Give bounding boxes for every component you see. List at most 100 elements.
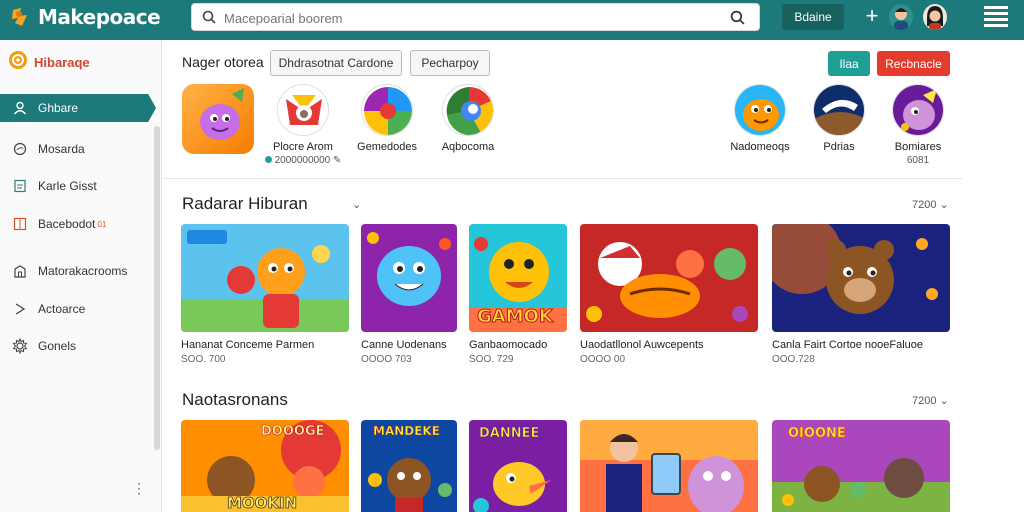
logo-icon	[10, 6, 32, 28]
arrow-icon	[12, 301, 28, 317]
avatar[interactable]	[923, 4, 947, 30]
card-image	[181, 224, 349, 332]
sidebar-scrollbar[interactable]	[154, 126, 160, 450]
section-more-link[interactable]: 7200 ⌄	[912, 198, 949, 211]
card-image: DOOOGE MOOKIN	[181, 420, 349, 512]
grid-icon	[12, 216, 28, 232]
sidebar-item-label: Ghbare	[38, 101, 79, 115]
sidebar-item-label: Mosarda	[38, 142, 85, 156]
featured-app[interactable]: Pdrias	[794, 84, 884, 153]
card-image	[580, 224, 758, 332]
card-banner-text: GAMOK	[477, 306, 554, 328]
card-title: Canne Uodenans	[361, 339, 447, 351]
game-card[interactable]: Uaodatllonol Auwcepents OOOO 00	[580, 224, 758, 365]
main-content: Nager otorea Dhdrasotnat Cardone Pecharp…	[162, 40, 1024, 512]
card-banner-text: OIOONE	[788, 426, 846, 442]
app-label: Gemedodes	[357, 141, 417, 153]
app-icon	[892, 84, 944, 136]
header-button[interactable]: Bdaine	[782, 4, 844, 30]
sidebar-item-label: Matorakacrooms	[38, 264, 128, 278]
game-card[interactable]: OIOONE	[772, 420, 950, 512]
card-title: Hananat Conceme Parmen	[181, 339, 315, 351]
primary-button[interactable]: Ilaa	[828, 51, 870, 76]
sidebar-item-badge: 01	[97, 219, 107, 229]
document-icon	[12, 178, 28, 194]
top-bar: Makepoace Bdaine +	[0, 0, 1024, 40]
featured-app[interactable]: Nadomeoqs	[715, 84, 805, 153]
add-icon[interactable]: +	[862, 5, 882, 29]
game-card[interactable]: Canla Fairt Cortoe nooeFaluoe OOO.728	[772, 224, 950, 365]
sidebar-header-label: Hibaraqe	[34, 54, 90, 70]
avatar[interactable]	[889, 4, 913, 30]
featured-app[interactable]: Bomiares 6081	[873, 84, 963, 166]
card-image	[772, 224, 950, 332]
app-icon	[361, 84, 413, 136]
menu-icon[interactable]	[984, 6, 1008, 28]
filter-chip[interactable]: Dhdrasotnat Cardone	[270, 50, 402, 76]
app-label: Plocre Arom	[273, 141, 333, 153]
game-card[interactable]	[580, 420, 758, 512]
sidebar-item-label: Karle Gisst	[38, 179, 97, 193]
chevron-down-icon[interactable]: ⌄	[352, 198, 361, 211]
search-submit-icon[interactable]	[730, 10, 745, 30]
card-image: MANDEKE	[361, 420, 457, 512]
section-more-link[interactable]: 7200 ⌄	[912, 394, 949, 407]
app-sub: 2000000000 ✎	[258, 155, 348, 166]
game-card[interactable]: GAMOK Ganbaomocado SOO. 729	[469, 224, 567, 365]
app-label: Bomiares	[894, 141, 942, 153]
danger-button[interactable]: Recbnacle	[877, 51, 950, 76]
more-icon[interactable]: ⋮	[132, 480, 146, 497]
sidebar-item-label: Gonels	[38, 339, 77, 353]
sidebar-item-label: Bacebodot	[38, 217, 96, 231]
building-icon	[12, 263, 28, 279]
app-sub: 6081	[906, 155, 930, 166]
card-sub: SOO. 700	[181, 354, 226, 365]
game-card[interactable]: Canne Uodenans OOOO 703	[361, 224, 457, 365]
sidebar-item-actoarce[interactable]: Actoarce	[0, 295, 150, 323]
filter-chip[interactable]: Pecharpoy	[410, 50, 490, 76]
section-title: Radarar Hiburan	[182, 194, 308, 213]
search-bar[interactable]	[191, 3, 760, 31]
app-label: Pdrias	[823, 141, 855, 153]
game-card[interactable]: Hananat Conceme Parmen SOO. 700	[181, 224, 349, 365]
card-image: OIOONE	[772, 420, 950, 512]
swirl-icon	[8, 50, 28, 75]
card-title: Canla Fairt Cortoe nooeFaluoe	[772, 339, 924, 351]
app-label: Aqbocoma	[441, 141, 495, 153]
sidebar-item-ghbare[interactable]: Ghbare	[0, 94, 156, 122]
sidebar-header[interactable]: Hibaraqe	[0, 48, 162, 76]
card-title: Uaodatllonol Auwcepents	[580, 339, 704, 351]
app-logo[interactable]: Makepoace	[10, 5, 161, 29]
card-image: GAMOK	[469, 224, 567, 332]
sidebar: Hibaraqe Ghbare Mosarda Karle Gisst Bace…	[0, 40, 162, 512]
app-icon	[813, 84, 865, 136]
featured-app[interactable]: Plocre Arom 2000000000 ✎	[258, 84, 348, 166]
circle-icon	[12, 141, 28, 157]
app-name: Makepoace	[38, 5, 161, 29]
card-sub: OOOO 00	[580, 354, 626, 365]
section-title: Naotasronans	[182, 390, 288, 409]
card-banner-text: MANDEKE	[373, 424, 440, 439]
featured-app[interactable]: Aqbocoma	[423, 84, 513, 153]
sidebar-item-gonels[interactable]: Gonels	[0, 332, 150, 360]
card-banner-text: MOOKIN	[227, 494, 298, 512]
search-input[interactable]	[224, 7, 704, 29]
featured-title: Nager otorea	[182, 54, 264, 70]
card-sub: OOOO 703	[361, 354, 412, 365]
card-sub: SOO. 729	[469, 354, 514, 365]
game-card[interactable]: MANDEKE	[361, 420, 457, 512]
gear-icon	[12, 338, 28, 354]
app-icon	[734, 84, 786, 136]
app-icon[interactable]	[182, 84, 254, 154]
app-icon	[277, 84, 329, 136]
person-icon	[12, 100, 28, 116]
game-card[interactable]: DOOOGE MOOKIN	[181, 420, 349, 512]
sidebar-item-mosarda[interactable]: Mosarda	[0, 135, 150, 163]
status-dot-icon	[264, 156, 272, 163]
sidebar-item-bacebodot[interactable]: Bacebodot 01	[0, 210, 150, 238]
game-card[interactable]: DANNEE	[469, 420, 567, 512]
sidebar-item-matorakacrooms[interactable]: Matorakacrooms	[0, 257, 150, 285]
sidebar-item-karle-gisst[interactable]: Karle Gisst	[0, 172, 150, 200]
featured-app[interactable]: Gemedodes	[342, 84, 432, 153]
app-icon	[442, 84, 494, 136]
